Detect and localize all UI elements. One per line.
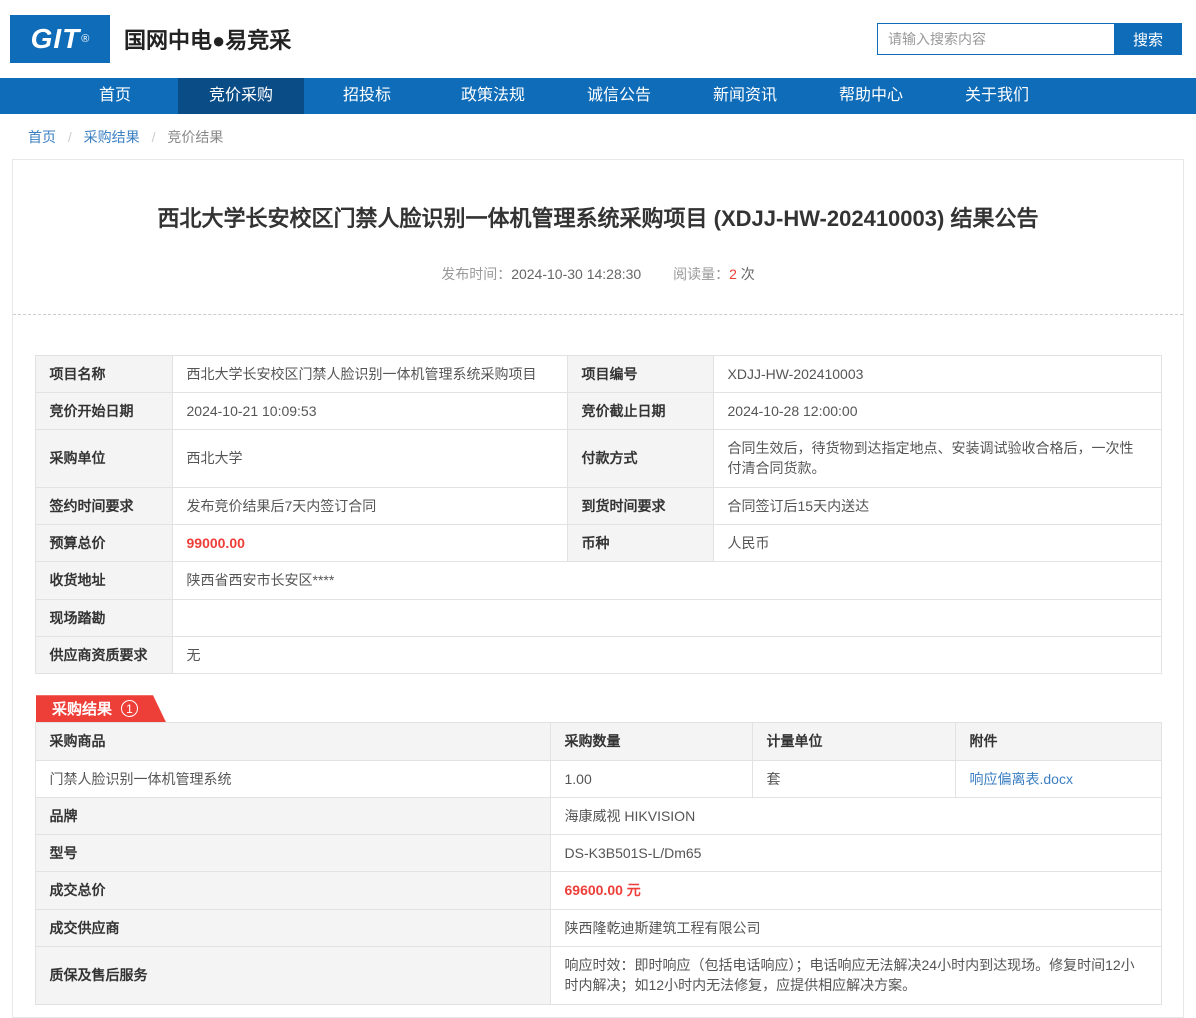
info-value: 合同签订后15天内送达 — [713, 487, 1161, 524]
info-value: 合同生效后，待货物到达指定地点、安装调试验收合格后，一次性付清合同货款。 — [713, 430, 1161, 488]
site-header: GIT® 国网中电●易竞采 搜索 — [0, 0, 1196, 78]
breadcrumb-separator: / — [68, 129, 72, 145]
info-label: 项目名称 — [35, 355, 172, 392]
product-quantity: 1.00 — [550, 760, 752, 797]
search-bar: 搜索 — [877, 23, 1182, 55]
column-header-unit: 计量单位 — [752, 723, 955, 760]
views-label: 阅读量： — [673, 266, 729, 282]
result-badge-label: 采购结果 — [52, 698, 112, 719]
warranty-service-value: 响应时效：即时响应（包括电话响应）；电话响应无法解决24小时内到达现场。修复时间… — [550, 947, 1161, 1005]
supplier-value: 陕西隆乾迪斯建筑工程有限公司 — [550, 909, 1161, 946]
info-value: 西北大学 — [172, 430, 567, 488]
info-label: 质保及售后服务 — [35, 947, 550, 1005]
nav-item-tenders[interactable]: 招投标 — [304, 78, 430, 114]
site-logo[interactable]: GIT® — [10, 15, 110, 63]
table-row: 预算总价 99000.00 币种 人民币 — [35, 525, 1161, 562]
procurement-result-table: 采购商品 采购数量 计量单位 附件 门禁人脸识别一体机管理系统 1.00 套 响… — [35, 722, 1162, 1004]
table-row: 竞价开始日期 2024-10-21 10:09:53 竞价截止日期 2024-1… — [35, 392, 1161, 429]
publish-time-label: 发布时间： — [441, 266, 511, 282]
table-row: 项目名称 西北大学长安校区门禁人脸识别一体机管理系统采购项目 项目编号 XDJJ… — [35, 355, 1161, 392]
info-label: 型号 — [35, 835, 550, 872]
column-header-quantity: 采购数量 — [550, 723, 752, 760]
logo-text: GIT — [31, 23, 81, 55]
info-label: 预算总价 — [35, 525, 172, 562]
table-row: 采购单位 西北大学 付款方式 合同生效后，待货物到达指定地点、安装调试验收合格后… — [35, 430, 1161, 488]
info-label: 竞价截止日期 — [567, 392, 713, 429]
table-row: 品牌 海康威视 HIKVISION — [35, 797, 1161, 834]
info-label: 现场踏勘 — [35, 599, 172, 636]
info-label: 成交供应商 — [35, 909, 550, 946]
page-title: 西北大学长安校区门禁人脸识别一体机管理系统采购项目 (XDJJ-HW-20241… — [13, 160, 1183, 234]
table-row: 收货地址 陕西省西安市长安区**** — [35, 562, 1161, 599]
search-input[interactable] — [877, 23, 1114, 55]
table-row: 成交供应商 陕西隆乾迪斯建筑工程有限公司 — [35, 909, 1161, 946]
nav-item-help-center[interactable]: 帮助中心 — [808, 78, 934, 114]
info-value: 人民币 — [713, 525, 1161, 562]
brand-value: 海康威视 HIKVISION — [550, 797, 1161, 834]
attachment-link[interactable]: 响应偏离表.docx — [970, 771, 1073, 787]
breadcrumb-separator: / — [152, 129, 156, 145]
logo-registered-mark: ® — [81, 33, 89, 45]
nav-item-about-us[interactable]: 关于我们 — [934, 78, 1060, 114]
views-count: 2 — [729, 266, 737, 282]
info-value: XDJJ-HW-202410003 — [713, 355, 1161, 392]
model-value: DS-K3B501S-L/Dm65 — [550, 835, 1161, 872]
nav-item-home[interactable]: 首页 — [52, 78, 178, 114]
info-value: 2024-10-21 10:09:53 — [172, 392, 567, 429]
info-label: 收货地址 — [35, 562, 172, 599]
table-row: 供应商资质要求 无 — [35, 636, 1161, 673]
site-name: 国网中电●易竞采 — [124, 23, 877, 55]
column-header-product: 采购商品 — [35, 723, 550, 760]
publish-time-value: 2024-10-30 14:28:30 — [511, 266, 641, 282]
views-unit: 次 — [741, 266, 755, 282]
info-label: 币种 — [567, 525, 713, 562]
table-row: 型号 DS-K3B501S-L/Dm65 — [35, 835, 1161, 872]
procurement-result-badge: 采购结果 1 — [36, 695, 166, 722]
info-label: 采购单位 — [35, 430, 172, 488]
info-value — [172, 599, 1161, 636]
deal-total-price: 69600.00 元 — [550, 872, 1161, 909]
nav-item-integrity-notice[interactable]: 诚信公告 — [556, 78, 682, 114]
info-label: 供应商资质要求 — [35, 636, 172, 673]
table-row: 质保及售后服务 响应时效：即时响应（包括电话响应）；电话响应无法解决24小时内到… — [35, 947, 1161, 1005]
info-label: 签约时间要求 — [35, 487, 172, 524]
breadcrumb-home[interactable]: 首页 — [28, 129, 56, 145]
content-card: 西北大学长安校区门禁人脸识别一体机管理系统采购项目 (XDJJ-HW-20241… — [12, 159, 1184, 1018]
nav-item-bidding-procurement[interactable]: 竞价采购 — [178, 78, 304, 114]
info-label: 付款方式 — [567, 430, 713, 488]
table-row: 签约时间要求 发布竞价结果后7天内签订合同 到货时间要求 合同签订后15天内送达 — [35, 487, 1161, 524]
info-value: 陕西省西安市长安区**** — [172, 562, 1161, 599]
budget-total-value: 99000.00 — [172, 525, 567, 562]
project-info-table: 项目名称 西北大学长安校区门禁人脸识别一体机管理系统采购项目 项目编号 XDJJ… — [35, 355, 1162, 675]
info-value: 西北大学长安校区门禁人脸识别一体机管理系统采购项目 — [172, 355, 567, 392]
search-button[interactable]: 搜索 — [1114, 23, 1182, 55]
main-nav: 首页 竞价采购 招投标 政策法规 诚信公告 新闻资讯 帮助中心 关于我们 — [0, 78, 1196, 114]
breadcrumb: 首页 / 采购结果 / 竞价结果 — [0, 114, 1196, 159]
result-badge-index: 1 — [121, 700, 138, 717]
nav-item-news[interactable]: 新闻资讯 — [682, 78, 808, 114]
breadcrumb-current: 竞价结果 — [167, 129, 223, 145]
info-value: 2024-10-28 12:00:00 — [713, 392, 1161, 429]
table-row: 成交总价 69600.00 元 — [35, 872, 1161, 909]
product-unit: 套 — [752, 760, 955, 797]
info-label: 成交总价 — [35, 872, 550, 909]
product-name: 门禁人脸识别一体机管理系统 — [35, 760, 550, 797]
column-header-attachment: 附件 — [955, 723, 1161, 760]
info-label: 项目编号 — [567, 355, 713, 392]
table-header-row: 采购商品 采购数量 计量单位 附件 — [35, 723, 1161, 760]
article-meta: 发布时间：2024-10-30 14:28:30 阅读量：2 次 — [13, 264, 1183, 284]
table-row: 门禁人脸识别一体机管理系统 1.00 套 响应偏离表.docx — [35, 760, 1161, 797]
info-value: 无 — [172, 636, 1161, 673]
info-value: 发布竞价结果后7天内签订合同 — [172, 487, 567, 524]
nav-item-policies[interactable]: 政策法规 — [430, 78, 556, 114]
table-row: 现场踏勘 — [35, 599, 1161, 636]
breadcrumb-procurement-results[interactable]: 采购结果 — [84, 129, 140, 145]
info-label: 品牌 — [35, 797, 550, 834]
info-label: 到货时间要求 — [567, 487, 713, 524]
divider — [13, 314, 1183, 315]
info-label: 竞价开始日期 — [35, 392, 172, 429]
